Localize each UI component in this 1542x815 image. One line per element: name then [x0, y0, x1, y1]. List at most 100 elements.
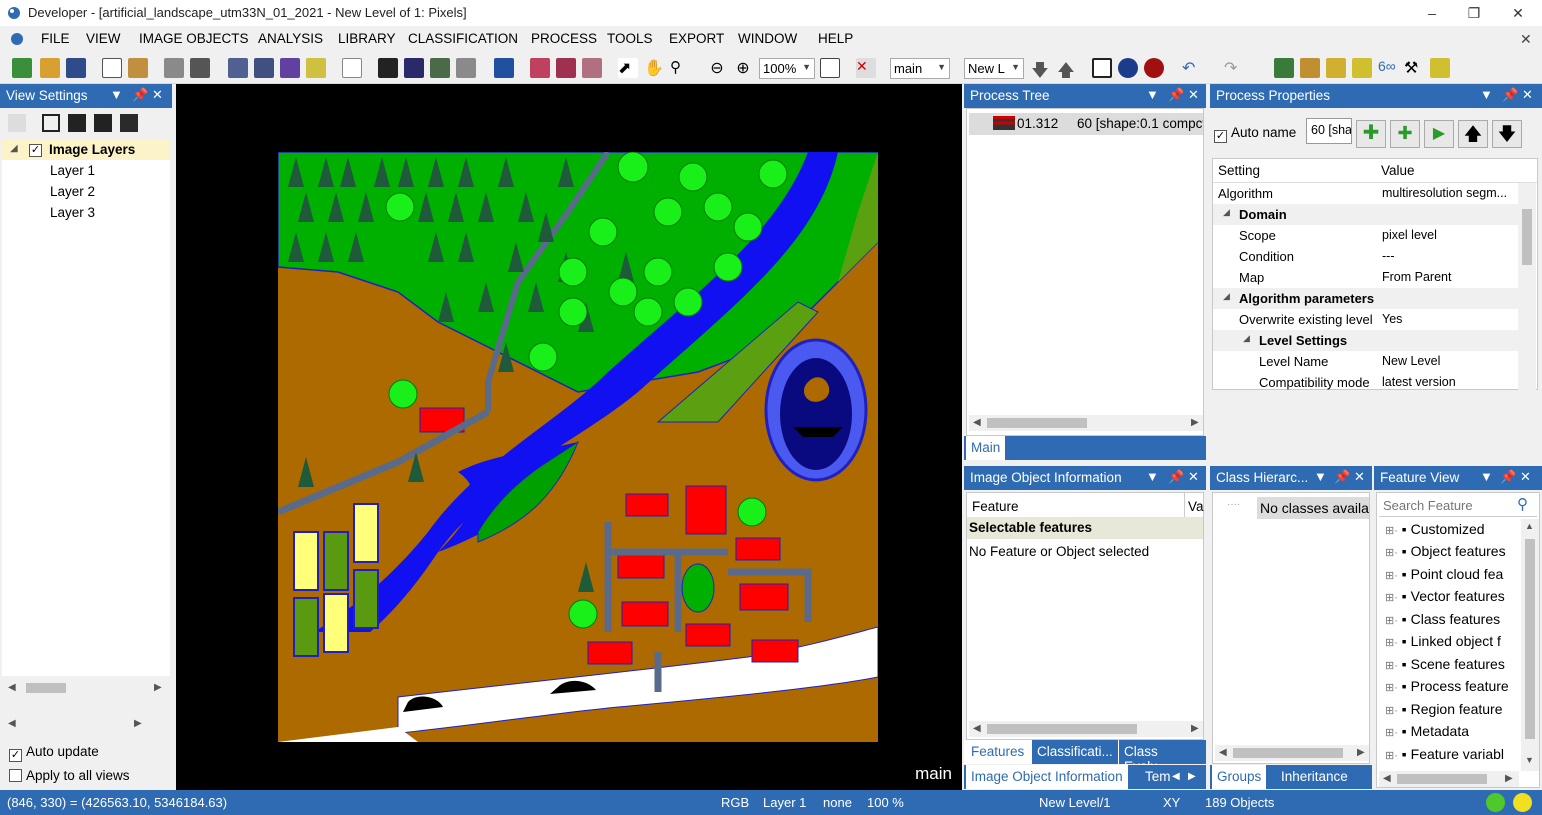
image-layers-node[interactable]: Image Layers: [49, 142, 135, 157]
tab-class-evaluation[interactable]: Class Evalu...: [1119, 740, 1206, 774]
layer-3-node[interactable]: Layer 3: [50, 205, 95, 220]
tab-image-object-information[interactable]: Image Object Information: [966, 765, 1128, 789]
undo-icon[interactable]: ↶: [1182, 58, 1202, 78]
feature-item[interactable]: ⊞· ▪ Scene features: [1385, 656, 1505, 672]
layer-2-icon[interactable]: [254, 58, 274, 78]
menu-analysis[interactable]: ANALYSIS: [258, 31, 323, 46]
pin-icon[interactable]: 📌: [1334, 469, 1350, 485]
auto-name-checkbox[interactable]: ✓ Auto name: [1214, 125, 1296, 143]
close-panel-icon[interactable]: ✕: [1522, 87, 1533, 103]
multi-view-icon[interactable]: [120, 114, 138, 132]
app-menu-icon[interactable]: [8, 31, 26, 47]
export-image-icon[interactable]: [190, 58, 210, 78]
new-project-icon[interactable]: [12, 58, 32, 78]
menu-export[interactable]: EXPORT: [669, 31, 724, 46]
tab-groups[interactable]: Groups: [1212, 765, 1267, 789]
feature-item[interactable]: ⊞· ▪ Class features: [1385, 611, 1500, 627]
open-workspace-icon[interactable]: [128, 58, 148, 78]
prop-row[interactable]: Map From Parent: [1213, 267, 1519, 288]
tab-features[interactable]: Features: [966, 740, 1030, 764]
pin-icon[interactable]: 📌: [1168, 469, 1184, 485]
layer-view-icon[interactable]: [68, 114, 86, 132]
view-mode-1-icon[interactable]: [378, 58, 398, 78]
tool-a-icon[interactable]: [1274, 58, 1294, 78]
edit-layer-icon[interactable]: [306, 58, 326, 78]
tab-inheritance[interactable]: Inheritance: [1276, 765, 1353, 789]
landscape-image[interactable]: [278, 152, 878, 742]
tool-d-icon[interactable]: [1352, 58, 1372, 78]
collapse-icon[interactable]: ◢: [10, 143, 18, 154]
zoom-in-icon[interactable]: ⊕: [733, 58, 753, 78]
search-icon[interactable]: ⚲: [1517, 495, 1528, 513]
close-panel-icon[interactable]: ✕: [1188, 87, 1199, 103]
tool-e-icon[interactable]: 6∞: [1378, 58, 1398, 78]
menu-library[interactable]: LIBRARY: [338, 31, 396, 46]
vertical-scrollbar[interactable]: ▲ ▼: [1521, 519, 1539, 771]
layer-3-icon[interactable]: [280, 58, 300, 78]
pin-icon[interactable]: 📌: [132, 87, 148, 103]
dropdown-icon[interactable]: ▼: [1146, 87, 1159, 102]
dropdown-icon[interactable]: ▼: [1146, 469, 1159, 484]
horizontal-scrollbar[interactable]: ◀ ▶: [969, 721, 1203, 737]
save-project-icon[interactable]: [66, 58, 86, 78]
menu-file[interactable]: FILE: [41, 31, 70, 46]
prop-row[interactable]: Algorithm multiresolution segm...: [1213, 183, 1519, 204]
close-panel-icon[interactable]: ✕: [152, 87, 163, 103]
horizontal-scrollbar[interactable]: ◀ ▶: [1215, 745, 1369, 761]
layer-1-icon[interactable]: [228, 58, 248, 78]
menu-process[interactable]: PROCESS: [531, 31, 597, 46]
prop-row[interactable]: Condition ---: [1213, 246, 1519, 267]
new-workspace-icon[interactable]: [102, 58, 122, 78]
tab-scroll-right-icon[interactable]: ▶: [1186, 765, 1198, 789]
delete-level-icon[interactable]: ✕: [856, 58, 876, 78]
prop-row[interactable]: Overwrite existing level Yes: [1213, 309, 1519, 330]
move-up-icon[interactable]: 🡅: [1458, 120, 1488, 148]
feature-item[interactable]: ⊞· ▪ Linked object f: [1385, 633, 1501, 649]
dropdown-icon[interactable]: ▼: [1480, 87, 1493, 102]
prop-row[interactable]: Compatibility mode latest version: [1213, 372, 1519, 390]
pixel-view-icon[interactable]: [494, 58, 514, 78]
add-child-icon[interactable]: ✚: [1390, 120, 1420, 148]
dropdown-icon[interactable]: ▼: [110, 87, 123, 102]
close-panel-icon[interactable]: ✕: [1520, 469, 1531, 485]
zoom-fit-icon[interactable]: [820, 58, 840, 78]
vertical-scrollbar[interactable]: [1518, 183, 1536, 390]
map-view[interactable]: main: [176, 84, 962, 790]
prop-row[interactable]: ◢ Algorithm parameters: [1213, 288, 1519, 309]
menu-window[interactable]: WINDOW: [738, 31, 797, 46]
window-icon[interactable]: [1092, 58, 1112, 78]
menu-classification[interactable]: CLASSIFICATION: [408, 31, 518, 46]
apply-all-views-checkbox[interactable]: Apply to all views: [9, 768, 130, 783]
image-layers-checkbox[interactable]: ✓: [29, 144, 42, 157]
outline-2-icon[interactable]: [556, 58, 576, 78]
horizontal-scrollbar[interactable]: ◀ ▶: [4, 680, 166, 696]
view-mode-4-icon[interactable]: [456, 58, 476, 78]
auto-update-checkbox[interactable]: ✓ Auto update: [9, 744, 99, 762]
feature-item[interactable]: ⊞· ▪ Vector features: [1385, 588, 1505, 604]
map-select[interactable]: main ▼: [890, 58, 950, 79]
cursor-icon[interactable]: ⬈: [618, 58, 638, 78]
layer-2-node[interactable]: Layer 2: [50, 184, 95, 199]
feature-item[interactable]: ⊞· ▪ Point cloud fea: [1385, 566, 1503, 582]
execute-icon[interactable]: ▶: [1424, 120, 1454, 148]
dropdown-icon[interactable]: ▼: [1480, 469, 1493, 484]
close-panel-icon[interactable]: ✕: [1188, 469, 1199, 485]
info-alt-icon[interactable]: [1144, 58, 1164, 78]
dropdown-icon[interactable]: ▼: [1314, 469, 1327, 484]
tree-icon[interactable]: [8, 114, 26, 132]
level-down-icon[interactable]: 🡇: [1030, 58, 1050, 80]
process-name-field[interactable]: 60 [shape:0.1 compct.:0.5] creating 'New…: [1306, 118, 1352, 144]
tools-icon[interactable]: ⚒: [1404, 58, 1424, 78]
prop-row[interactable]: Level Name New Level: [1213, 351, 1519, 372]
redo-icon[interactable]: ↷: [1224, 58, 1244, 78]
load-image-icon[interactable]: [164, 58, 184, 78]
pin-icon[interactable]: 📌: [1502, 87, 1518, 103]
pin-icon[interactable]: 📌: [1168, 87, 1184, 103]
restore-button[interactable]: ❐: [1452, 2, 1496, 24]
eye-icon[interactable]: [342, 58, 362, 78]
zoom-select[interactable]: 100% ▼: [759, 58, 815, 79]
prop-row[interactable]: ◢ Domain: [1213, 204, 1519, 225]
search-feature-input[interactable]: [1379, 495, 1537, 517]
level-select[interactable]: New L ▼: [964, 58, 1024, 79]
close-window-button[interactable]: ✕: [1496, 2, 1540, 24]
